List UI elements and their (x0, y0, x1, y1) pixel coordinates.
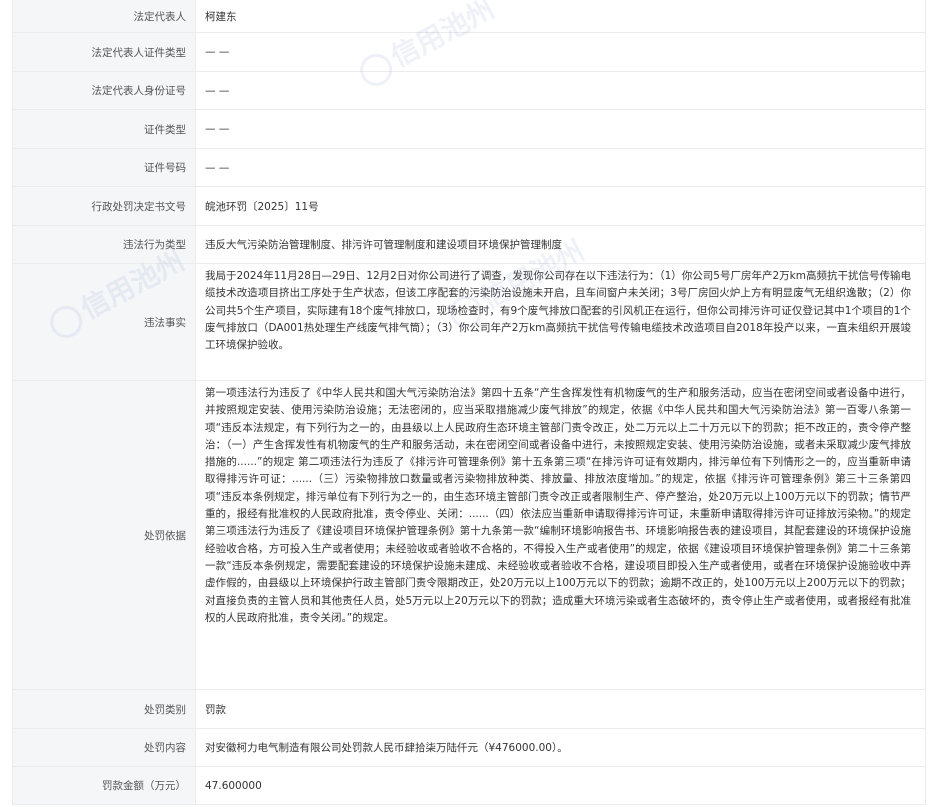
field-label: 法定代表人身份证号 (13, 72, 196, 109)
penalty-detail-table: 法定代表人 柯建东 法定代表人证件类型 — — 法定代表人身份证号 — — 证件… (12, 0, 926, 805)
row-fine-amount: 罚款金额（万元） 47.600000 (13, 767, 925, 805)
field-label: 罚款金额（万元） (13, 767, 196, 804)
field-label: 证件号码 (13, 149, 196, 186)
row-certificate-number: 证件号码 — — (13, 149, 925, 187)
field-value: — — (205, 46, 230, 58)
row-legal-rep-id-number: 法定代表人身份证号 — — (13, 72, 925, 110)
field-value: 对安徽柯力电气制造有限公司处罚款人民币肆拾柒万陆仟元（¥476000.00）。 (205, 742, 568, 754)
field-label: 处罚类别 (13, 690, 196, 728)
field-label: 证件类型 (13, 110, 196, 148)
row-violation-type: 违法行为类型 违反大气污染防治管理制度、排污许可管理制度和建设项目环境保护管理制… (13, 226, 925, 264)
field-value: 皖池环罚〔2025〕11号 (205, 200, 319, 213)
field-value: — — (205, 84, 230, 97)
row-certificate-type: 证件类型 — — (13, 110, 925, 149)
field-label: 法定代表人 (13, 0, 196, 32)
field-value: 罚款 (205, 703, 226, 716)
field-label: 处罚依据 (13, 381, 196, 689)
row-penalty-basis: 处罚依据 第一项违法行为违反了《中华人民共和国大气污染防治法》第四十五条“产生含… (13, 381, 925, 690)
field-label: 行政处罚决定书文号 (13, 187, 196, 225)
field-value: — — (205, 123, 230, 135)
row-decision-number: 行政处罚决定书文号 皖池环罚〔2025〕11号 (13, 187, 925, 226)
field-value: 违反大气污染防治管理制度、排污许可管理制度和建设项目环境保护管理制度 (205, 239, 562, 251)
field-label: 违法事实 (13, 264, 196, 380)
field-label: 违法行为类型 (13, 226, 196, 263)
field-value: 我局于2024年11月28日—29日、12月2日对你公司进行了调查，发现你公司存… (205, 270, 911, 352)
row-legal-representative: 法定代表人 柯建东 (13, 0, 925, 33)
row-violation-facts: 违法事实 我局于2024年11月28日—29日、12月2日对你公司进行了调查，发… (13, 264, 925, 381)
field-label: 法定代表人证件类型 (13, 33, 196, 71)
row-legal-rep-id-type: 法定代表人证件类型 — — (13, 33, 925, 72)
row-penalty-content: 处罚内容 对安徽柯力电气制造有限公司处罚款人民币肆拾柒万陆仟元（¥476000.… (13, 729, 925, 767)
field-value: — — (205, 161, 230, 174)
field-value: 47.600000 (205, 779, 262, 792)
row-penalty-category: 处罚类别 罚款 (13, 690, 925, 729)
field-label: 处罚内容 (13, 729, 196, 766)
field-value: 柯建东 (205, 10, 237, 23)
field-value: 第一项违法行为违反了《中华人民共和国大气污染防治法》第四十五条“产生含挥发性有机… (205, 387, 911, 624)
